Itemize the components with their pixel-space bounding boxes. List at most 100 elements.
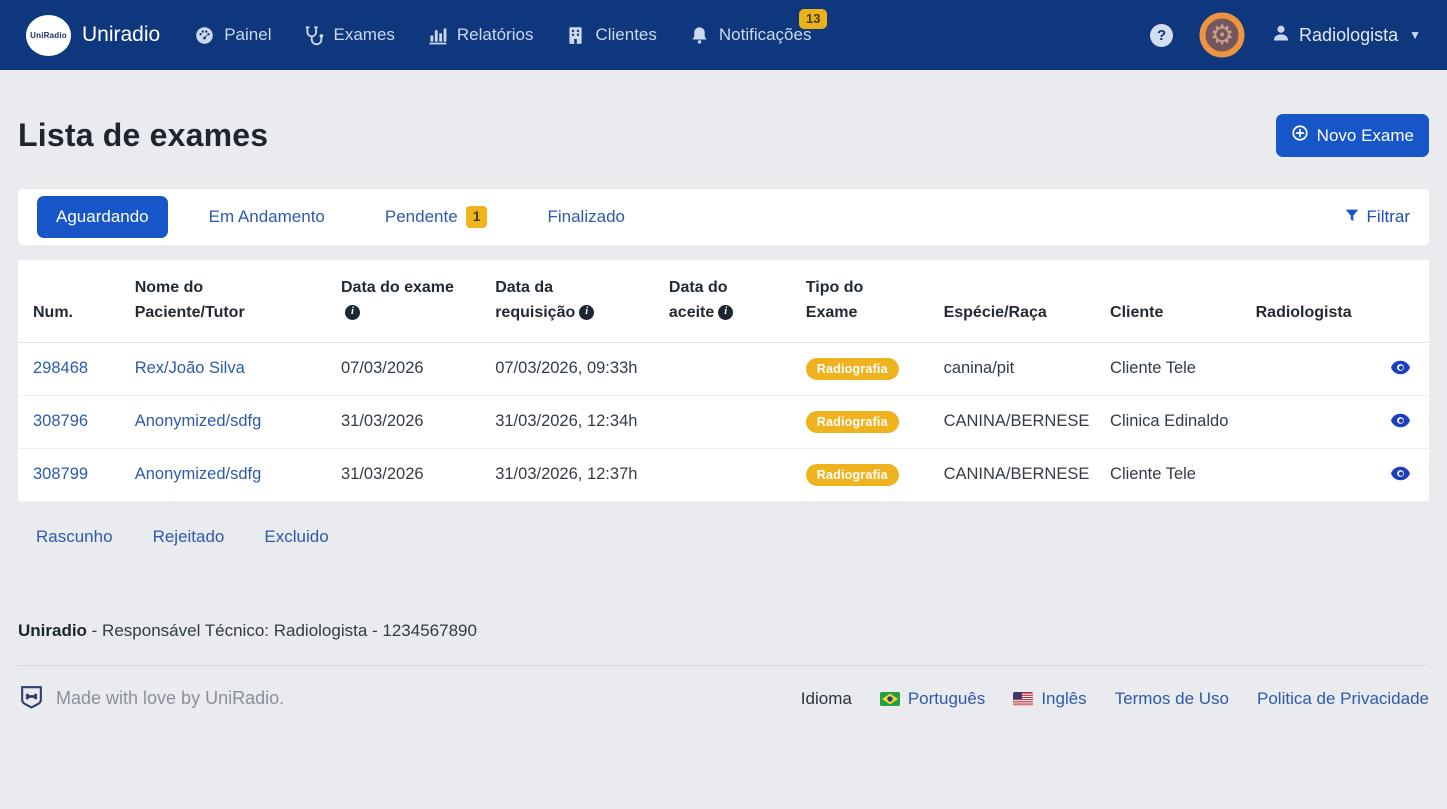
- eye-icon: [1390, 360, 1411, 375]
- nav-item-label: Clientes: [595, 25, 656, 45]
- accept-date-cell: [659, 342, 796, 395]
- tab-label: Em Andamento: [209, 207, 325, 227]
- nav-item-label: Relatórios: [457, 25, 534, 45]
- bell-icon: [689, 25, 710, 46]
- exam-number-link[interactable]: 308799: [33, 465, 88, 483]
- tab-em-andamento[interactable]: Em Andamento: [190, 196, 344, 238]
- request-date-cell: 31/03/2026, 12:37h: [485, 448, 659, 501]
- nav-item-relatorios[interactable]: Relatórios: [427, 25, 534, 46]
- footer-bottom: Made with love by UniRadio. Idioma Portu…: [18, 666, 1429, 715]
- info-icon[interactable]: i: [718, 305, 733, 320]
- settings-wrap: ⚙: [1194, 7, 1250, 63]
- client-cell: Cliente Tele: [1100, 342, 1246, 395]
- species-cell: CANINA/BERNESE: [934, 448, 1100, 501]
- language-ingles-label: Inglês: [1041, 689, 1086, 709]
- tab-aguardando[interactable]: Aguardando: [37, 196, 168, 238]
- nav-item-painel[interactable]: Painel: [194, 25, 271, 46]
- col-patient: Nome do Paciente/Tutor: [125, 260, 331, 342]
- table-row: 308799 Anonymized/sdfg 31/03/2026 31/03/…: [18, 448, 1429, 501]
- link-rejeitado[interactable]: Rejeitado: [153, 527, 225, 547]
- user-menu[interactable]: Radiologista ▼: [1271, 23, 1421, 48]
- col-actions: [1378, 260, 1429, 342]
- tab-label: Pendente: [385, 207, 458, 227]
- user-label: Radiologista: [1299, 25, 1398, 46]
- exam-type-badge: Radiografia: [806, 464, 899, 486]
- main-container: Lista de exames Novo Exame Aguardando Em…: [0, 114, 1447, 715]
- privacy-link[interactable]: Politica de Privacidade: [1257, 689, 1429, 709]
- table-row: 298468 Rex/João Silva 07/03/2026 07/03/2…: [18, 342, 1429, 395]
- new-exam-button[interactable]: Novo Exame: [1276, 114, 1429, 157]
- col-exam-type: Tipo do Exame: [796, 260, 934, 342]
- col-request-date: Data da requisiçãoi: [485, 260, 659, 342]
- language-portugues[interactable]: Português: [880, 689, 986, 709]
- uniradio-logo: UniRadio: [26, 15, 71, 56]
- nav-item-clientes[interactable]: Clientes: [565, 25, 656, 46]
- notifications-badge: 13: [799, 9, 827, 29]
- building-icon: [565, 25, 586, 46]
- help-icon[interactable]: ?: [1150, 24, 1173, 47]
- link-rascunho[interactable]: Rascunho: [36, 527, 113, 547]
- top-navbar: UniRadio Uniradio Painel Exames Relatóri…: [0, 0, 1447, 70]
- filter-label: Filtrar: [1367, 207, 1410, 227]
- view-exam-button[interactable]: [1388, 464, 1413, 486]
- bone-shield-icon: [18, 683, 45, 715]
- client-cell: Cliente Tele: [1100, 448, 1246, 501]
- chevron-down-icon: ▼: [1409, 28, 1421, 42]
- eye-icon: [1390, 413, 1411, 428]
- radiologist-cell: [1246, 448, 1378, 501]
- col-radiologist: Radiologista: [1246, 260, 1378, 342]
- footer-brand: Uniradio: [18, 621, 87, 640]
- col-accept-date: Data do aceitei: [659, 260, 796, 342]
- footer-links: Idioma Português Inglês Termos de Uso Po…: [801, 689, 1429, 709]
- gear-icon[interactable]: ⚙: [1210, 22, 1234, 49]
- language-ingles[interactable]: Inglês: [1013, 689, 1086, 709]
- nav-item-notificacoes[interactable]: Notificações 13: [689, 25, 812, 46]
- new-exam-label: Novo Exame: [1317, 126, 1414, 146]
- client-cell: Clinica Edinaldo: [1100, 395, 1246, 448]
- col-num: Num.: [18, 260, 125, 342]
- exam-date-cell: 31/03/2026: [331, 395, 485, 448]
- eye-icon: [1390, 466, 1411, 481]
- tab-pendente[interactable]: Pendente 1: [366, 195, 507, 239]
- gauge-icon: [194, 25, 215, 46]
- brand[interactable]: UniRadio Uniradio: [26, 15, 160, 56]
- usa-flag-icon: [1013, 692, 1033, 706]
- tab-finalizado[interactable]: Finalizado: [528, 196, 644, 238]
- nav-item-label: Notificações: [719, 25, 812, 45]
- exam-date-cell: 31/03/2026: [331, 448, 485, 501]
- col-client: Cliente: [1100, 260, 1246, 342]
- table-header-row: Num. Nome do Paciente/Tutor Data do exam…: [18, 260, 1429, 342]
- exam-type-badge: Radiografia: [806, 358, 899, 380]
- nav-item-exames[interactable]: Exames: [303, 25, 394, 46]
- view-exam-button[interactable]: [1388, 358, 1413, 380]
- patient-link[interactable]: Anonymized/sdfg: [135, 465, 262, 483]
- view-exam-button[interactable]: [1388, 411, 1413, 433]
- request-date-cell: 31/03/2026, 12:34h: [485, 395, 659, 448]
- link-excluido[interactable]: Excluido: [264, 527, 328, 547]
- species-cell: canina/pit: [934, 342, 1100, 395]
- nav-right: ? ⚙ Radiologista ▼: [1150, 7, 1421, 63]
- exam-number-link[interactable]: 308796: [33, 412, 88, 430]
- footer-info-text: - Responsável Técnico: Radiologista - 12…: [87, 621, 477, 640]
- tab-label: Aguardando: [56, 207, 149, 227]
- made-with: Made with love by UniRadio.: [18, 683, 284, 715]
- exams-table-card: Num. Nome do Paciente/Tutor Data do exam…: [18, 260, 1429, 502]
- user-icon: [1271, 23, 1291, 48]
- filter-button[interactable]: Filtrar: [1344, 207, 1410, 228]
- info-icon[interactable]: i: [579, 305, 594, 320]
- terms-link[interactable]: Termos de Uso: [1115, 689, 1229, 709]
- stethoscope-icon: [303, 25, 324, 46]
- exam-date-cell: 07/03/2026: [331, 342, 485, 395]
- made-with-text: Made with love by UniRadio.: [56, 688, 284, 709]
- radiologist-cell: [1246, 342, 1378, 395]
- responsible-info: Uniradio - Responsável Técnico: Radiolog…: [18, 621, 1429, 641]
- patient-link[interactable]: Rex/João Silva: [135, 359, 245, 377]
- exam-number-link[interactable]: 298468: [33, 359, 88, 377]
- species-cell: CANINA/BERNESE: [934, 395, 1100, 448]
- col-exam-date: Data do exame i: [331, 260, 485, 342]
- pendente-badge: 1: [466, 206, 488, 228]
- radiologist-cell: [1246, 395, 1378, 448]
- tab-label: Finalizado: [547, 207, 625, 227]
- patient-link[interactable]: Anonymized/sdfg: [135, 412, 262, 430]
- info-icon[interactable]: i: [345, 305, 360, 320]
